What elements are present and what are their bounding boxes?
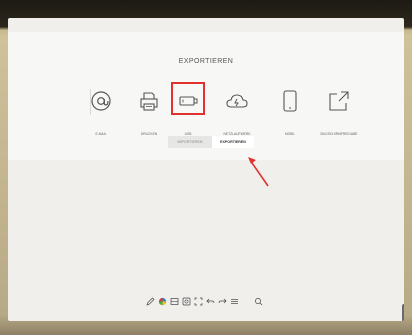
redo-icon[interactable]: [218, 297, 227, 306]
fit-screen-icon[interactable]: [194, 297, 203, 306]
mobile-phone-icon: [278, 89, 302, 113]
export-option-screen-share[interactable]: BILDSCHIRMFREIGABE: [309, 87, 369, 141]
export-option-network-drive[interactable]: NETZLAUFWERK: [207, 87, 267, 141]
menu-icon[interactable]: [230, 297, 239, 306]
search-icon[interactable]: [254, 297, 263, 306]
annotation-arrow: [244, 154, 272, 195]
dialog-title: EXPORTIEREN: [178, 58, 234, 65]
background-icon[interactable]: [170, 297, 179, 306]
tab-export[interactable]: EXPORTIEREN: [212, 136, 254, 148]
side-panel-handle[interactable]: [402, 304, 404, 321]
usb-highlight-frame: [171, 82, 205, 115]
color-picker-icon[interactable]: [158, 297, 167, 306]
tab-import[interactable]: IMPORTIEREN: [168, 136, 212, 148]
pen-icon[interactable]: [146, 297, 155, 306]
screenshot-icon[interactable]: [182, 297, 191, 306]
import-export-tabs: IMPORTIEREN EXPORTIEREN: [168, 136, 254, 148]
bottom-toolbar: [146, 294, 282, 308]
at-sign-icon: [89, 89, 113, 113]
divider: [90, 89, 91, 115]
export-panel: EXPORTIEREN E-MAIL DRUCKEN USB NETZLAUFW…: [8, 32, 404, 160]
share-screen-icon: [327, 89, 351, 113]
export-option-label: BILDSCHIRMFREIGABE: [320, 132, 358, 136]
whiteboard-screen: EXPORTIEREN E-MAIL DRUCKEN USB NETZLAUFW…: [8, 18, 404, 321]
cloud-icon: [225, 89, 249, 113]
undo-icon[interactable]: [206, 297, 215, 306]
